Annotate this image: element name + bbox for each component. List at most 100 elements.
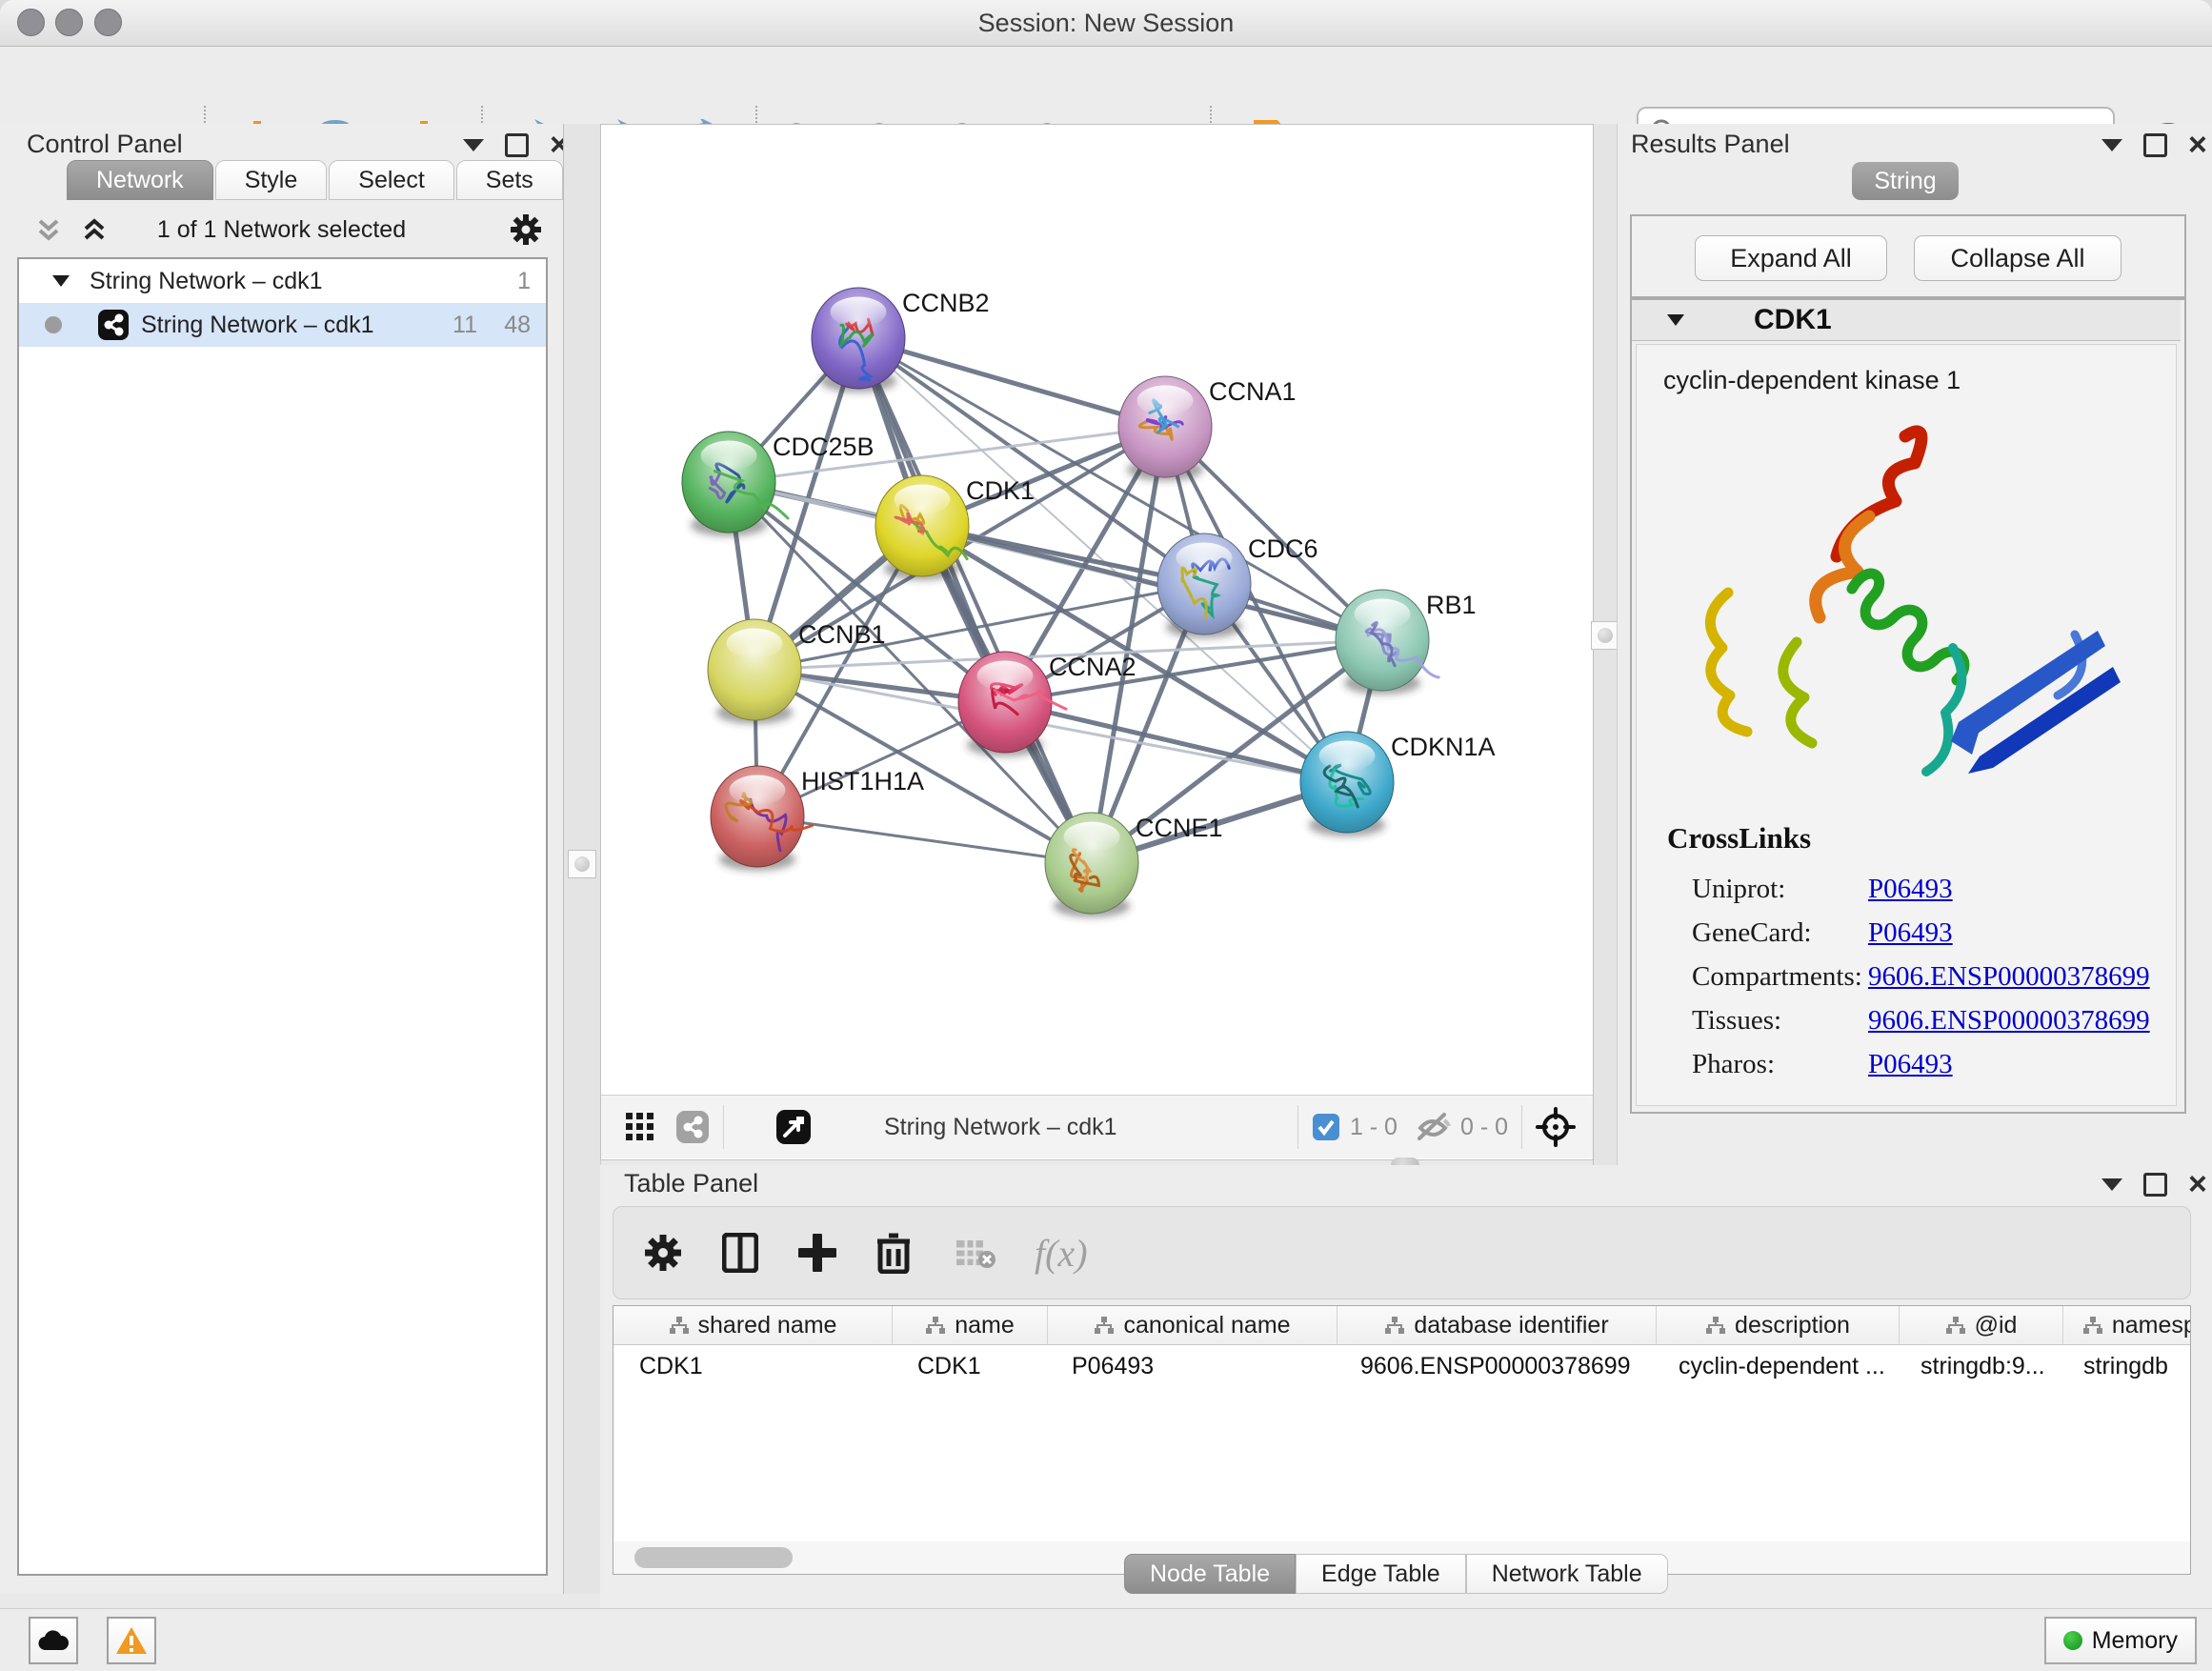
panel-menu-icon[interactable] (2101, 1178, 2122, 1191)
tree-expand-icon[interactable] (51, 273, 70, 289)
crosslink-link[interactable]: P06493 (1868, 874, 1953, 905)
table-cell[interactable]: CDK1 (613, 1345, 892, 1387)
crosslink-link[interactable]: P06493 (1868, 917, 1953, 949)
column-header-shared-name[interactable]: shared name (613, 1306, 893, 1344)
tab-string[interactable]: String (1852, 162, 1959, 200)
view-toolbar-separator (1297, 1105, 1298, 1149)
selected-checkbox-icon[interactable] (1312, 1113, 1340, 1141)
right-splitter-grip[interactable] (1591, 621, 1619, 650)
crosslink-link[interactable]: P06493 (1868, 1049, 1953, 1080)
float-panel-icon[interactable] (2143, 1173, 2167, 1197)
fit-selected-crosshair-icon[interactable] (1536, 1107, 1576, 1147)
node-label: CCNE1 (1136, 814, 1223, 842)
tab-sets[interactable]: Sets (456, 160, 563, 200)
memory-label: Memory (2092, 1627, 2178, 1655)
right-splitter[interactable] (1593, 124, 1618, 1165)
column-header-description[interactable]: description (1657, 1306, 1900, 1344)
hidden-eye-icon[interactable] (1415, 1111, 1451, 1143)
apply-function-icon[interactable]: f(x) (1035, 1231, 1088, 1276)
table-header-row: shared namenamecanonical namedatabase id… (613, 1306, 2190, 1345)
network-view-toolbar: String Network – cdk1 1 - 0 0 - 0 (601, 1095, 1593, 1158)
cloud-button[interactable] (29, 1617, 78, 1664)
collapse-all-button[interactable]: Collapse All (1914, 235, 2122, 281)
view-toolbar-separator (1521, 1105, 1522, 1149)
table-cell[interactable]: CDK1 (892, 1345, 1046, 1387)
tab-edge-table[interactable]: Edge Table (1296, 1554, 1466, 1594)
warning-icon (115, 1626, 148, 1655)
node-label: RB1 (1426, 591, 1477, 619)
network-options-gear-icon[interactable] (510, 213, 542, 246)
grid-view-icon[interactable] (626, 1113, 654, 1141)
memory-button[interactable]: Memory (2044, 1617, 2197, 1664)
network-list-header: 1 of 1 Network selected (0, 206, 563, 253)
crosslink-label: Uniprot: (1692, 874, 1868, 905)
results-actions-box: Expand All Collapse All (1630, 214, 2186, 298)
tab-network[interactable]: Network (67, 160, 213, 200)
node-label: CCNB1 (798, 620, 886, 649)
left-splitter-grip[interactable] (568, 850, 596, 878)
node-label: CCNB2 (902, 289, 990, 317)
memory-status-icon (2063, 1631, 2082, 1650)
node-label: CCNA2 (1049, 653, 1136, 681)
crosslink-link[interactable]: 9606.ENSP00000378699 (1868, 961, 2150, 993)
protein-structure-image (1665, 406, 2142, 815)
network-list: String Network – cdk1 1 String Network –… (17, 257, 548, 1576)
column-header--id[interactable]: @id (1900, 1306, 2063, 1344)
close-panel-icon[interactable]: × (2188, 1176, 2207, 1194)
column-header-database-identifier[interactable]: database identifier (1337, 1306, 1657, 1344)
delete-column-trash-icon[interactable] (876, 1232, 911, 1274)
table-cell[interactable]: cyclin-dependent ... (1653, 1345, 1895, 1387)
crosslink-row: Tissues:9606.ENSP00000378699 (1692, 998, 2150, 1042)
table-panel: Table Panel × f(x) shared na (600, 1165, 2212, 1608)
column-header-name[interactable]: name (893, 1306, 1048, 1344)
show-columns-icon[interactable] (722, 1233, 758, 1273)
table-cell[interactable]: 9606.ENSP00000378699 (1335, 1345, 1653, 1387)
close-panel-icon[interactable]: × (2188, 136, 2207, 154)
float-panel-icon[interactable] (505, 133, 529, 157)
panel-menu-icon[interactable] (463, 139, 484, 151)
crosslink-label: Tissues: (1692, 1005, 1868, 1037)
tab-style[interactable]: Style (215, 160, 328, 200)
crosslink-row: GeneCard:P06493 (1692, 911, 2150, 955)
collection-count: 1 (517, 268, 531, 295)
string-network-icon (97, 309, 130, 341)
panel-menu-icon[interactable] (2101, 139, 2122, 151)
column-header-namespace[interactable]: namespace (2063, 1306, 2191, 1344)
birdseye-view-icon[interactable] (775, 1109, 812, 1145)
expand-all-button[interactable]: Expand All (1695, 235, 1887, 281)
clear-table-icon[interactable] (955, 1237, 996, 1269)
network-selection-status: 1 of 1 Network selected (0, 216, 563, 244)
network-collection-row[interactable]: String Network – cdk1 1 (19, 259, 546, 303)
tab-select[interactable]: Select (329, 160, 453, 200)
crosslink-link[interactable]: 9606.ENSP00000378699 (1868, 1005, 2150, 1037)
left-splitter[interactable] (563, 124, 601, 1594)
tab-node-table[interactable]: Node Table (1124, 1554, 1296, 1594)
table-cell[interactable]: stringdb:9... (1895, 1345, 2058, 1387)
table-cell[interactable]: stringdb (2058, 1345, 2191, 1387)
network-label: String Network – cdk1 (141, 312, 374, 339)
entry-description: cyclin-dependent kinase 1 (1663, 366, 1961, 395)
network-row[interactable]: String Network – cdk1 11 48 (19, 303, 546, 347)
main-toolbar: ? (0, 47, 2212, 125)
network-canvas[interactable]: CCNB2CCNA1CDC25BCDK1CDC6RB1CCNB1CCNA2CDK… (602, 126, 1592, 1095)
table-cell[interactable]: P06493 (1046, 1345, 1335, 1387)
crosslinks-title: CrossLinks (1667, 821, 1811, 856)
node-table[interactable]: shared namenamecanonical namedatabase id… (613, 1305, 2191, 1542)
string-view-icon[interactable] (675, 1110, 710, 1144)
entry-header[interactable]: CDK1 (1632, 300, 2181, 341)
add-column-icon[interactable] (798, 1234, 836, 1272)
column-header-canonical-name[interactable]: canonical name (1048, 1306, 1337, 1344)
table-settings-gear-icon[interactable] (644, 1234, 682, 1272)
network-view: CCNB2CCNA1CDC25BCDK1CDC6RB1CCNB1CCNA2CDK… (600, 124, 1596, 1160)
crosslink-label: Compartments: (1692, 961, 1868, 993)
tab-network-table[interactable]: Network Table (1466, 1554, 1668, 1594)
entry-collapse-icon[interactable] (1666, 312, 1685, 328)
selected-count: 1 - 0 (1350, 1114, 1398, 1141)
table-row[interactable]: CDK1CDK1P064939606.ENSP00000378699cyclin… (613, 1345, 2190, 1387)
warnings-button[interactable] (107, 1617, 156, 1664)
node-label: CCNA1 (1209, 377, 1297, 406)
scrollbar-thumb[interactable] (634, 1547, 793, 1568)
network-node-count: 11 (452, 312, 477, 339)
float-panel-icon[interactable] (2143, 133, 2167, 157)
status-bar: Memory (0, 1608, 2212, 1671)
